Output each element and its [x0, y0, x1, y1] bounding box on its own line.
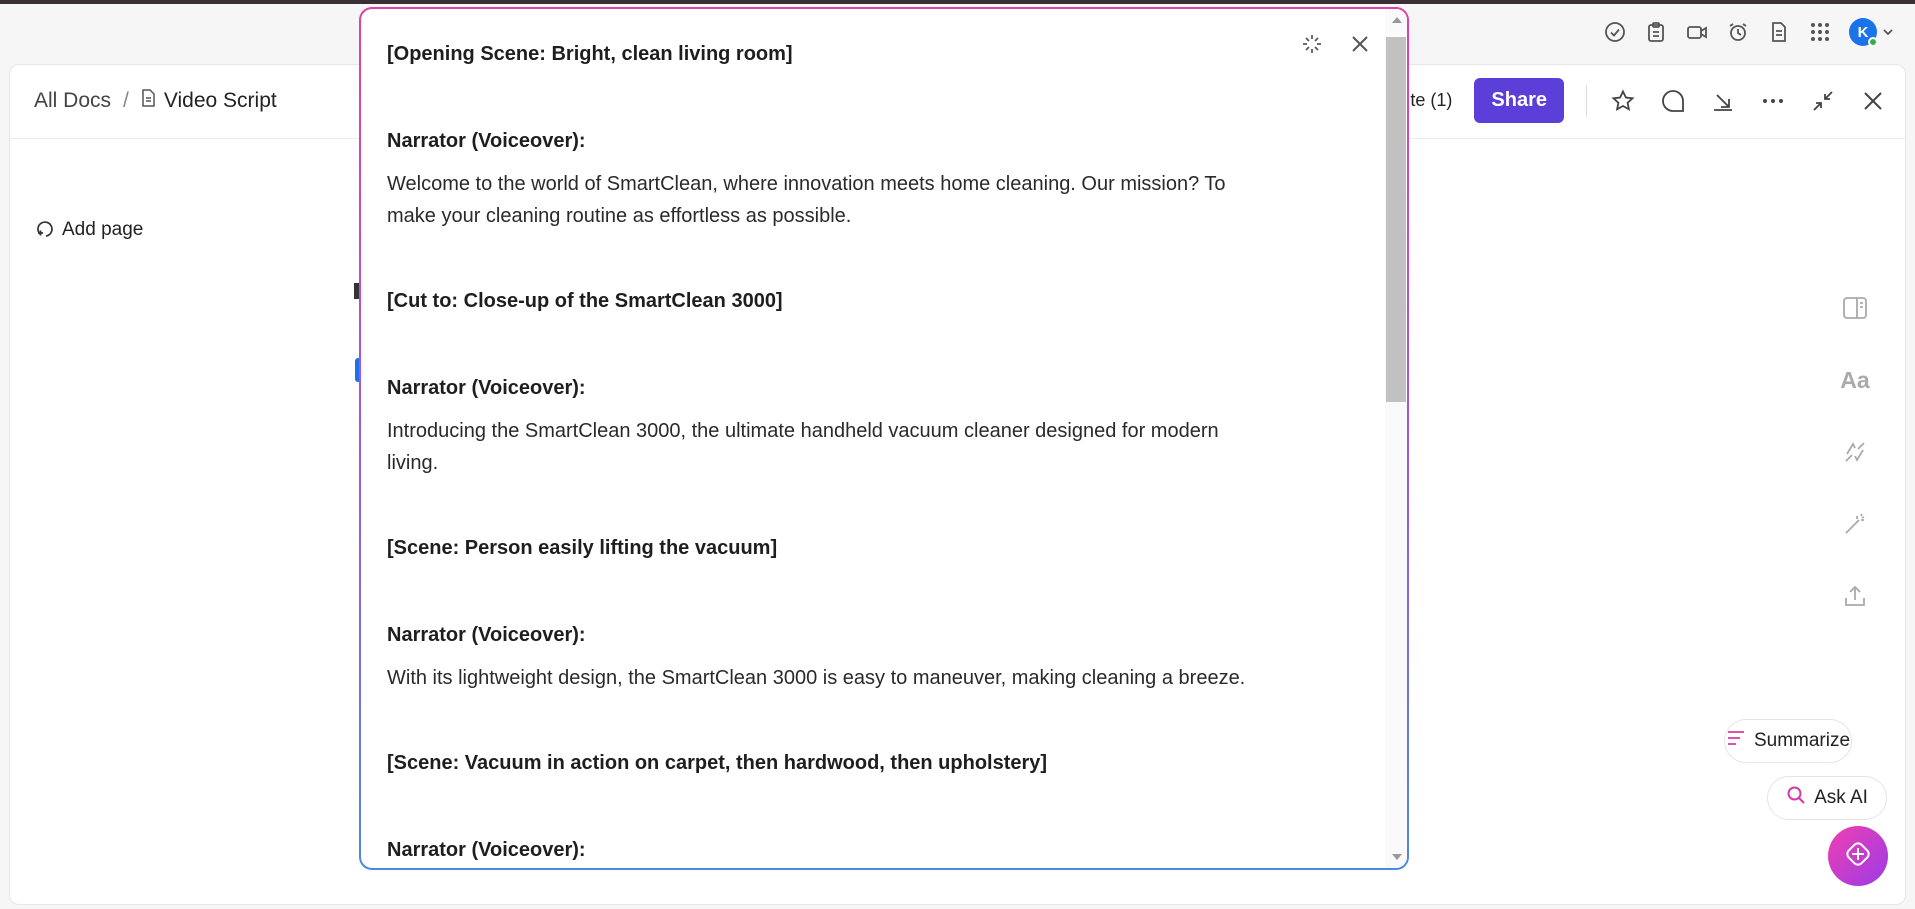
check-circle-icon[interactable]: [1603, 20, 1627, 44]
close-icon[interactable]: [1859, 87, 1887, 115]
narrator-label: Narrator (Voiceover):: [387, 130, 586, 152]
summarize-button[interactable]: Summarize: [1724, 719, 1852, 763]
modal-scrollbar[interactable]: [1385, 9, 1407, 868]
add-page-button[interactable]: Add page: [36, 217, 143, 243]
script-paragraph: Welcome to the world of SmartClean, wher…: [387, 173, 1226, 227]
more-options-icon[interactable]: [1759, 87, 1787, 115]
scene-heading: [Scene: Vacuum in action on carpet, then…: [387, 752, 1048, 774]
scene-heading: [Opening Scene: Bright, clean living roo…: [387, 43, 793, 65]
ask-ai-label: Ask AI: [1814, 787, 1868, 808]
star-icon[interactable]: [1609, 87, 1637, 115]
breadcrumb-all-docs[interactable]: All Docs: [34, 89, 111, 113]
narrator-label: Narrator (Voiceover):: [387, 839, 586, 861]
scene-heading: [Cut to: Close-up of the SmartClean 3000…: [387, 290, 783, 312]
user-menu[interactable]: K: [1849, 18, 1895, 47]
chevron-down-icon[interactable]: [1881, 20, 1895, 44]
script-paragraph: Introducing the SmartClean 3000, the ult…: [387, 420, 1219, 474]
close-icon[interactable]: [1347, 31, 1373, 57]
modal-toolbar: [1299, 31, 1373, 57]
breadcrumb-separator: /: [123, 89, 129, 112]
add-page-label: Add page: [62, 219, 144, 240]
typography-icon[interactable]: Aa: [1840, 367, 1869, 393]
download-icon[interactable]: [1709, 87, 1737, 115]
script-content: [Opening Scene: Bright, clean living roo…: [387, 33, 1267, 864]
video-icon[interactable]: [1685, 20, 1709, 44]
modal-body: [Opening Scene: Bright, clean living roo…: [361, 9, 1407, 868]
add-page-icon: [36, 217, 54, 243]
clipboard-icon[interactable]: [1644, 20, 1668, 44]
scroll-down-arrow-icon[interactable]: [1392, 854, 1402, 860]
search-icon: [1786, 785, 1806, 811]
header-actions: te (1) Share: [1410, 78, 1887, 123]
scene-heading: [Scene: Person easily lifting the vacuum…: [387, 537, 778, 559]
upload-icon[interactable]: [1841, 583, 1869, 609]
document-icon[interactable]: [1767, 20, 1791, 44]
ai-sparkle-icon[interactable]: [1299, 31, 1325, 57]
ai-assistant-button[interactable]: [1828, 826, 1888, 886]
top-bar-icons: K: [1603, 18, 1895, 47]
avatar-initial: K: [1857, 23, 1869, 41]
summarize-icon: [1726, 730, 1746, 752]
share-button[interactable]: Share: [1474, 78, 1564, 123]
header-divider: [1586, 84, 1587, 117]
script-preview-modal: [Opening Scene: Bright, clean living roo…: [359, 7, 1409, 870]
doc-title: Video Script: [163, 89, 277, 112]
online-status-dot: [1868, 37, 1878, 47]
comment-icon[interactable]: [1659, 87, 1687, 115]
sidebar-panel-icon[interactable]: [1841, 295, 1869, 321]
breadcrumb: All Docs / Video Script: [34, 89, 277, 113]
scrollbar-thumb[interactable]: [1386, 37, 1406, 402]
alarm-icon[interactable]: [1726, 20, 1750, 44]
script-paragraph: With its lightweight design, the SmartCl…: [387, 667, 1246, 689]
ai-brain-icon: [1843, 839, 1873, 874]
narrator-label: Narrator (Voiceover):: [387, 624, 586, 646]
narrator-label: Narrator (Voiceover):: [387, 377, 586, 399]
ask-ai-button[interactable]: Ask AI: [1767, 776, 1887, 820]
update-count[interactable]: te (1): [1410, 90, 1452, 111]
breadcrumb-current-doc[interactable]: Video Script: [141, 89, 277, 113]
collapse-icon[interactable]: [1809, 87, 1837, 115]
scroll-up-arrow-icon[interactable]: [1392, 17, 1402, 23]
summarize-label: Summarize: [1753, 730, 1851, 751]
avatar[interactable]: K: [1849, 18, 1878, 47]
magic-wand-icon[interactable]: [1841, 511, 1869, 537]
right-toolbar: Aa: [1840, 295, 1870, 609]
convert-icon[interactable]: [1841, 439, 1869, 465]
page-icon: [141, 89, 156, 113]
apps-grid-icon[interactable]: [1808, 20, 1832, 44]
